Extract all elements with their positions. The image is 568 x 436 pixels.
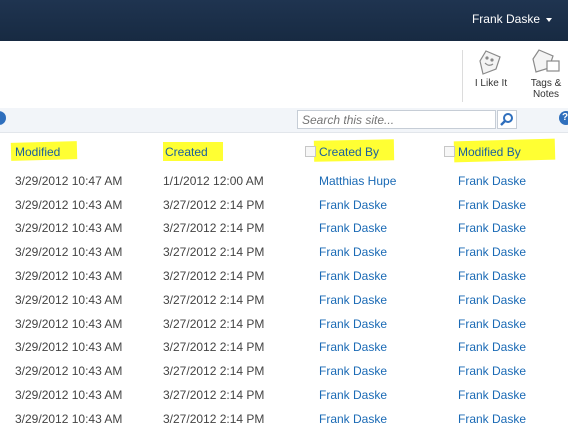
cell-modified-by-link[interactable]: Frank Daske: [458, 174, 526, 188]
table-row: 3/29/2012 10:43 AM 3/27/2012 2:14 PM Fra…: [0, 340, 568, 364]
filter-checkbox[interactable]: [305, 146, 316, 157]
cell-created: 3/27/2012 2:14 PM: [163, 317, 265, 331]
tags-notes-icon: [532, 49, 560, 73]
filter-checkbox[interactable]: [444, 146, 455, 157]
cell-modified-by-link[interactable]: Frank Daske: [458, 364, 526, 378]
nav-circle-icon[interactable]: [0, 111, 6, 125]
table-row: 3/29/2012 10:43 AM 3/27/2012 2:14 PM Fra…: [0, 245, 568, 269]
table-row: 3/29/2012 10:43 AM 3/27/2012 2:14 PM Fra…: [0, 412, 568, 436]
cell-modified: 3/29/2012 10:43 AM: [15, 317, 123, 331]
cell-created-by-link[interactable]: Frank Daske: [319, 269, 387, 283]
search-icon: [500, 113, 513, 126]
cell-modified: 3/29/2012 10:43 AM: [15, 269, 123, 283]
search-input[interactable]: [297, 110, 496, 129]
cell-modified-by-link[interactable]: Frank Daske: [458, 293, 526, 307]
i-like-it-button[interactable]: I Like It: [470, 48, 512, 89]
cell-modified-by-link[interactable]: Frank Daske: [458, 340, 526, 354]
cell-created-by-link[interactable]: Frank Daske: [319, 388, 387, 402]
column-header-created-by[interactable]: Created By: [319, 145, 379, 159]
cell-modified: 3/29/2012 10:43 AM: [15, 245, 123, 259]
cell-created: 3/27/2012 2:14 PM: [163, 412, 265, 426]
column-header-modified-by[interactable]: Modified By: [458, 145, 521, 159]
cell-modified: 3/29/2012 10:43 AM: [15, 412, 123, 426]
column-header-modified[interactable]: Modified: [15, 145, 60, 159]
cell-modified: 3/29/2012 10:43 AM: [15, 340, 123, 354]
cell-created: 3/27/2012 2:14 PM: [163, 269, 265, 283]
cell-created-by-link[interactable]: Frank Daske: [319, 340, 387, 354]
table-row: 3/29/2012 10:43 AM 3/27/2012 2:14 PM Fra…: [0, 364, 568, 388]
cell-created: 3/27/2012 2:14 PM: [163, 245, 265, 259]
top-bar: Frank Daske: [0, 0, 568, 41]
table-row: 3/29/2012 10:43 AM 3/27/2012 2:14 PM Fra…: [0, 293, 568, 317]
cell-modified-by-link[interactable]: Frank Daske: [458, 388, 526, 402]
table-row: 3/29/2012 10:43 AM 3/27/2012 2:14 PM Fra…: [0, 388, 568, 412]
cell-created: 3/27/2012 2:14 PM: [163, 388, 265, 402]
cell-modified: 3/29/2012 10:43 AM: [15, 293, 123, 307]
table-row: 3/29/2012 10:43 AM 3/27/2012 2:14 PM Fra…: [0, 269, 568, 293]
cell-modified-by-link[interactable]: Frank Daske: [458, 221, 526, 235]
cell-created-by-link[interactable]: Matthias Hupe: [319, 174, 396, 188]
table-row: 3/29/2012 10:43 AM 3/27/2012 2:14 PM Fra…: [0, 198, 568, 222]
cell-created: 3/27/2012 2:14 PM: [163, 364, 265, 378]
tags-label-line2: Notes: [532, 89, 560, 100]
cell-created: 1/1/2012 12:00 AM: [163, 174, 264, 188]
cell-modified-by-link[interactable]: Frank Daske: [458, 245, 526, 259]
caret-down-icon: [546, 18, 552, 22]
cell-created: 3/27/2012 2:14 PM: [163, 221, 265, 235]
cell-created-by-link[interactable]: Frank Daske: [319, 221, 387, 235]
cell-created: 3/27/2012 2:14 PM: [163, 198, 265, 212]
tags-notes-button[interactable]: Tags & Notes: [522, 48, 568, 100]
table-row: 3/29/2012 10:47 AM 1/1/2012 12:00 AM Mat…: [0, 174, 568, 198]
cell-modified-by-link[interactable]: Frank Daske: [458, 269, 526, 283]
tags-label-line1: Tags &: [530, 78, 562, 89]
cell-created-by-link[interactable]: Frank Daske: [319, 245, 387, 259]
cell-created: 3/27/2012 2:14 PM: [163, 293, 265, 307]
search-bar: ?: [0, 108, 568, 133]
user-menu[interactable]: Frank Daske: [472, 12, 552, 26]
help-icon[interactable]: ?: [559, 111, 568, 125]
table-row: 3/29/2012 10:43 AM 3/27/2012 2:14 PM Fra…: [0, 317, 568, 341]
cell-modified-by-link[interactable]: Frank Daske: [458, 412, 526, 426]
user-name: Frank Daske: [471, 12, 540, 26]
cell-modified: 3/29/2012 10:43 AM: [15, 364, 123, 378]
column-header-created[interactable]: Created: [165, 145, 208, 159]
cell-modified: 3/29/2012 10:43 AM: [15, 388, 123, 402]
cell-created-by-link[interactable]: Frank Daske: [319, 364, 387, 378]
ribbon: I Like It Tags & Notes: [0, 42, 568, 109]
cell-created: 3/27/2012 2:14 PM: [163, 340, 265, 354]
cell-modified: 3/29/2012 10:43 AM: [15, 198, 123, 212]
cell-modified: 3/29/2012 10:43 AM: [15, 221, 123, 235]
table-row: 3/29/2012 10:43 AM 3/27/2012 2:14 PM Fra…: [0, 221, 568, 245]
tag-smile-icon: [479, 50, 501, 75]
cell-modified-by-link[interactable]: Frank Daske: [458, 198, 526, 212]
cell-created-by-link[interactable]: Frank Daske: [319, 198, 387, 212]
ribbon-separator: [462, 50, 463, 102]
cell-created-by-link[interactable]: Frank Daske: [319, 293, 387, 307]
i-like-it-label: I Like It: [474, 78, 508, 89]
cell-modified-by-link[interactable]: Frank Daske: [458, 317, 526, 331]
search-button[interactable]: [497, 110, 517, 129]
cell-modified: 3/29/2012 10:47 AM: [15, 174, 123, 188]
cell-created-by-link[interactable]: Frank Daske: [319, 317, 387, 331]
cell-created-by-link[interactable]: Frank Daske: [319, 412, 387, 426]
